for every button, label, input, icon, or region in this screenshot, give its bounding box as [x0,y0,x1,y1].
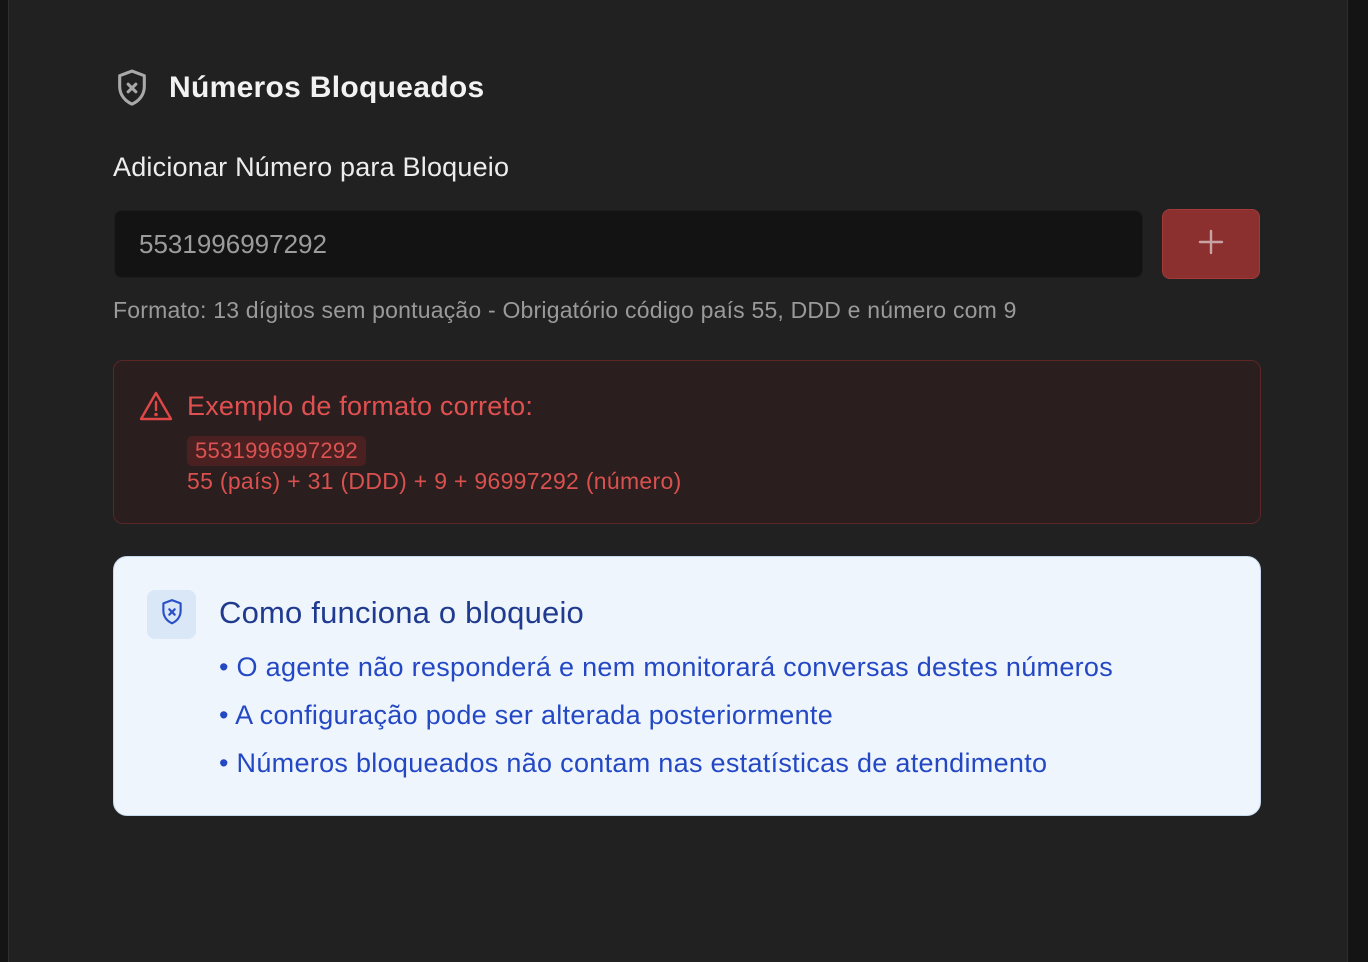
info-icon-container [147,590,196,639]
shield-x-icon [159,598,185,631]
example-title: Exemplo de formato correto: [187,391,534,421]
blocked-numbers-panel: Números Bloqueados Adicionar Número para… [8,0,1348,962]
format-example-alert: Exemplo de formato correto: 553199699729… [113,360,1261,524]
list-item: • Números bloqueados não contam nas esta… [219,748,1048,778]
warning-triangle-icon [139,391,173,426]
panel-header: Números Bloqueados [113,66,484,110]
info-list: • O agente não responderá e nem monitora… [219,649,1113,793]
shield-x-icon [113,68,153,108]
list-item: • A configuração pode ser alterada poste… [219,700,834,730]
plus-icon [1198,229,1224,260]
page-title: Números Bloqueados [169,71,485,104]
example-code: 5531996997292 [187,436,366,466]
add-number-button[interactable] [1162,209,1260,279]
list-item: • O agente não responderá e nem monitora… [219,652,1114,682]
add-number-label: Adicionar Número para Bloqueio [113,152,510,182]
example-breakdown: 55 (país) + 31 (DDD) + 9 + 96997292 (núm… [187,468,682,494]
info-title: Como funciona o bloqueio [219,595,584,630]
how-blocking-works-box: Como funciona o bloqueio • O agente não … [113,556,1261,816]
phone-number-input[interactable] [114,210,1143,278]
format-hint: Formato: 13 dígitos sem pontuação - Obri… [113,297,1017,323]
